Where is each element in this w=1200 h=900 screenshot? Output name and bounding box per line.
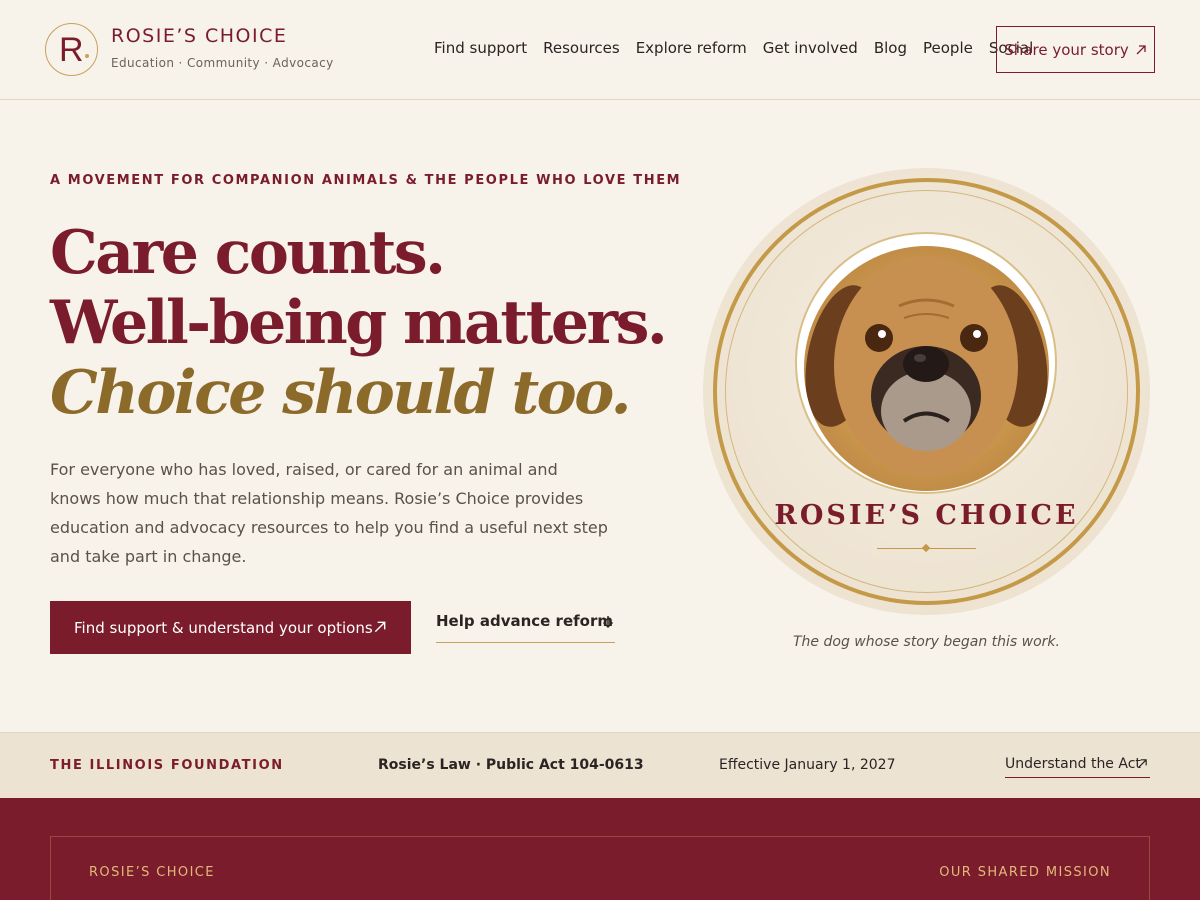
dog-illustration [805, 256, 1048, 476]
share-your-story-button[interactable]: Share your story [996, 26, 1155, 73]
hero-description: For everyone who has loved, raised, or c… [50, 460, 608, 566]
rosie-medallion: ROSIE’S CHOICE [703, 168, 1150, 615]
share-your-story-label: Share your story [1004, 40, 1129, 59]
arrow-up-right-icon [374, 621, 386, 633]
nav-get-involved[interactable]: Get involved [763, 39, 858, 57]
law-label: Rosie’s Law · Public Act 104-0613 [378, 757, 644, 773]
nav-resources[interactable]: Resources [543, 39, 620, 57]
logo[interactable]: R [45, 23, 98, 76]
nav-find-support[interactable]: Find support [434, 39, 527, 57]
foundation-label: THE ILLINOIS FOUNDATION [50, 758, 284, 773]
mission-heading-label: OUR SHARED MISSION [939, 865, 1111, 880]
logo-dot [85, 54, 89, 58]
main-nav: Find support Resources Explore reform Ge… [434, 39, 1049, 57]
mission-brand-label: ROSIE’S CHOICE [89, 865, 215, 880]
nav-blog[interactable]: Blog [874, 39, 907, 57]
arrow-up-right-icon [1138, 759, 1147, 768]
mission-card: ROSIE’S CHOICE OUR SHARED MISSION [50, 836, 1150, 900]
help-advance-reform-link[interactable]: Help advance reform [436, 612, 615, 643]
mission-band: ROSIE’S CHOICE OUR SHARED MISSION [0, 798, 1200, 900]
act-info-bar: THE ILLINOIS FOUNDATION Rosie’s Law · Pu… [0, 732, 1200, 798]
dog-photo-frame [795, 232, 1057, 494]
find-support-button-label: Find support & understand your options [74, 618, 373, 637]
understand-the-act-label: Understand the Act [1005, 756, 1141, 772]
logo-letter: R [59, 31, 84, 69]
nav-explore-reform[interactable]: Explore reform [636, 39, 747, 57]
nav-people[interactable]: People [923, 39, 973, 57]
brand-name[interactable]: ROSIE’S CHOICE [111, 25, 287, 47]
arrow-up-right-icon [1136, 44, 1146, 54]
headline-line-3: Choice should too. [50, 358, 632, 428]
effective-date: Effective January 1, 2027 [719, 757, 896, 773]
hero-eyebrow: A MOVEMENT FOR COMPANION ANIMALS & THE P… [50, 173, 682, 188]
brand-tagline: Education · Community · Advocacy [111, 56, 334, 70]
arrow-down-icon [602, 616, 614, 629]
understand-the-act-link[interactable]: Understand the Act [1005, 756, 1150, 778]
headline-line-2: Well-being matters. [50, 288, 668, 358]
help-advance-reform-label: Help advance reform [436, 612, 613, 630]
dog-photo [804, 246, 1049, 491]
photo-caption: The dog whose story began this work. [793, 634, 1060, 650]
hero-headline: Care counts. Well-being matters. Choice … [50, 218, 670, 428]
site-header: R ROSIE’S CHOICE Education · Community ·… [0, 0, 1200, 100]
headline-line-1: Care counts. [50, 218, 446, 288]
medallion-name: ROSIE’S CHOICE [774, 500, 1079, 531]
find-support-button[interactable]: Find support & understand your options [50, 601, 411, 654]
